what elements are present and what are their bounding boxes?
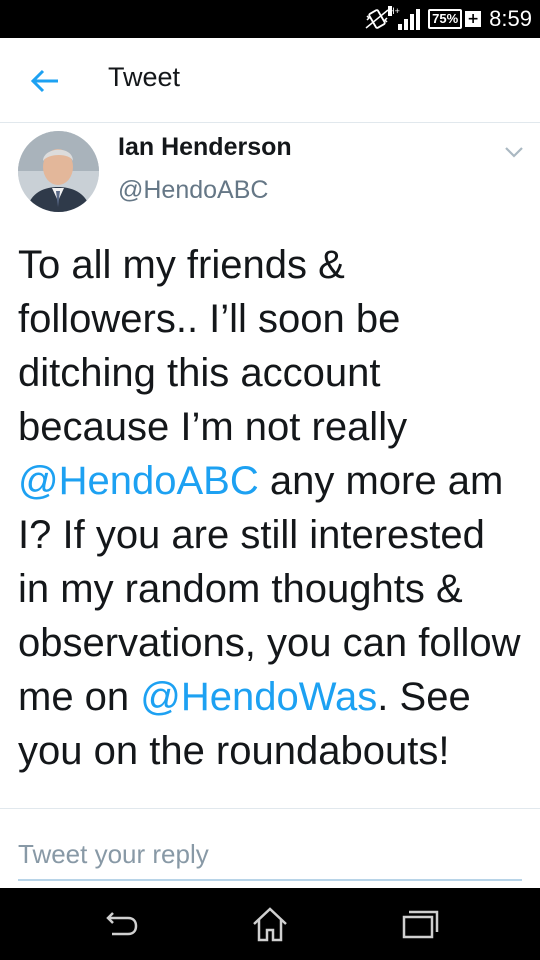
arrow-left-icon <box>30 69 58 93</box>
chevron-down-icon <box>505 147 523 158</box>
nav-back-button[interactable] <box>98 904 142 944</box>
charging-icon: + <box>465 11 482 27</box>
nav-recents-button[interactable] <box>398 904 442 944</box>
nav-home-button[interactable] <box>248 904 292 944</box>
network-type-label: H+ <box>388 6 400 16</box>
tweet-text: To all my friends & followers.. I’ll soo… <box>18 238 523 808</box>
status-icons: H+ 75% + 8:59 <box>364 0 532 38</box>
author-name[interactable]: Ian Henderson <box>118 133 292 162</box>
status-bar: H+ 75% + 8:59 <box>0 0 540 38</box>
tweet-text-part: To all my friends & followers.. I’ll soo… <box>18 243 408 449</box>
android-home-icon <box>253 907 287 942</box>
back-button[interactable] <box>28 64 62 98</box>
system-nav-bar <box>0 888 540 960</box>
battery-percent: 75% <box>428 9 463 29</box>
avatar[interactable] <box>18 131 99 212</box>
status-time: 8:59 <box>489 6 532 31</box>
mention-link[interactable]: @HendoWas <box>140 675 377 719</box>
vibrate-icon <box>365 9 389 29</box>
reply-bar <box>0 808 540 889</box>
app-header: Tweet <box>0 38 540 123</box>
android-recents-icon <box>402 910 439 939</box>
battery-indicator: 75% + <box>428 9 482 29</box>
more-options-button[interactable] <box>503 144 525 158</box>
author-handle[interactable]: @HendoABC <box>118 176 268 205</box>
reply-input[interactable] <box>18 829 522 881</box>
mention-link[interactable]: @HendoABC <box>18 459 259 503</box>
android-back-icon <box>106 912 138 936</box>
avatar-image <box>18 131 99 212</box>
page-title: Tweet <box>108 62 181 92</box>
signal-icon: H+ <box>388 6 421 30</box>
